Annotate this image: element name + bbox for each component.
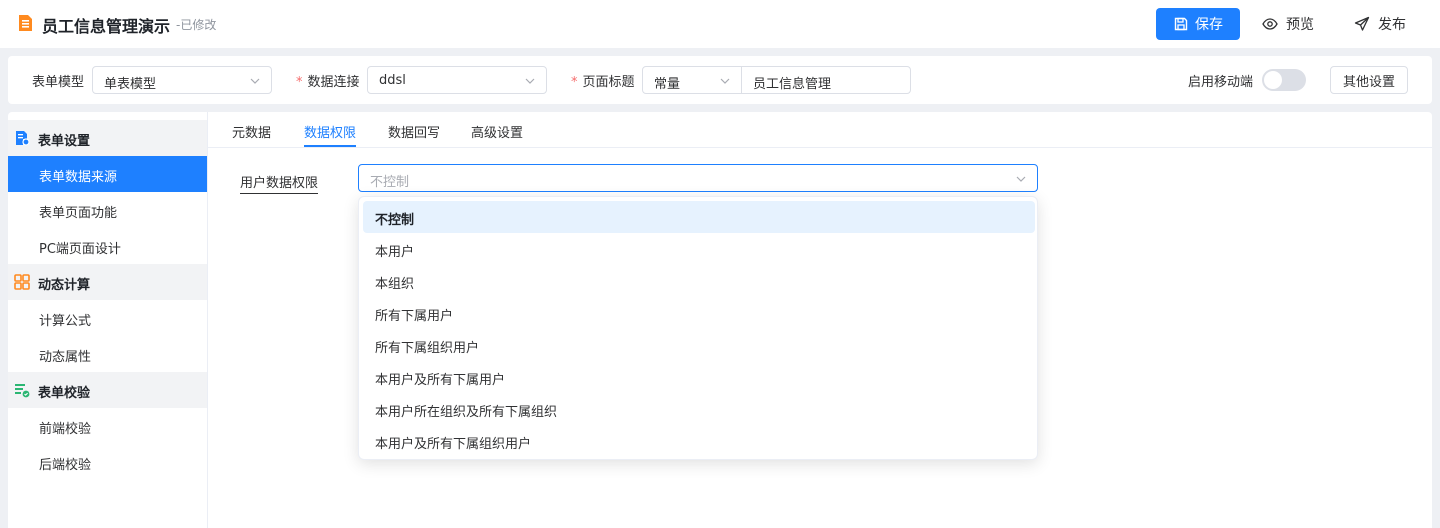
top-header: 员工信息管理演示 -已修改 保存 预览 发布 [0, 0, 1440, 48]
other-settings-button[interactable]: 其他设置 [1330, 66, 1408, 94]
dropdown-option[interactable]: 所有下属组织用户 [363, 329, 1035, 361]
save-icon [1174, 17, 1188, 31]
tab-advanced-settings[interactable]: 高级设置 [471, 122, 523, 141]
sidebar-group-label: 表单校验 [38, 386, 91, 401]
sidebar-item-calc-formula[interactable]: 计算公式 [8, 300, 207, 336]
tab-data-permission[interactable]: 数据权限 [304, 122, 356, 141]
page-title-type-value: 常量 [654, 77, 681, 92]
option-label: 不控制 [375, 213, 415, 228]
sidebar-group-label: 表单设置 [38, 134, 91, 149]
sidebar-item-dynamic-attr[interactable]: 动态属性 [8, 336, 207, 372]
dropdown-option[interactable]: 本用户 [363, 233, 1035, 265]
option-label: 本用户及所有下属用户 [375, 373, 506, 388]
required-mark: * [296, 75, 303, 90]
dropdown-option[interactable]: 所有下属用户 [363, 297, 1035, 329]
user-data-permission-label: 用户数据权限 [240, 172, 319, 194]
tab-data-writeback[interactable]: 数据回写 [388, 122, 440, 141]
dropdown-option[interactable]: 本组织 [363, 265, 1035, 297]
sidebar-item-form-data-source[interactable]: 表单数据来源 [8, 156, 207, 192]
sidebar-group-form-settings: 表单设置 [8, 120, 207, 156]
sidebar-item-label: 动态属性 [39, 350, 92, 365]
data-conn-value: ddsl [379, 73, 406, 88]
required-mark: * [571, 75, 578, 90]
preview-label: 预览 [1286, 17, 1314, 33]
app-title: 员工信息管理演示 [42, 17, 171, 36]
active-tab-indicator [304, 145, 356, 147]
save-label: 保存 [1195, 17, 1223, 33]
sidebar-item-form-page-function[interactable]: 表单页面功能 [8, 192, 207, 228]
chevron-down-icon [250, 78, 260, 84]
sidebar-item-label: 表单数据来源 [39, 170, 118, 185]
preview-button[interactable]: 预览 [1262, 8, 1314, 40]
tab-metadata[interactable]: 元数据 [232, 122, 271, 141]
option-label: 本用户 [375, 245, 415, 260]
form-model-label: 表单模型 [32, 75, 85, 90]
chevron-down-icon [720, 78, 730, 84]
page-title-value: 员工信息管理 [753, 77, 832, 92]
mobile-toggle[interactable] [1262, 69, 1306, 91]
data-conn-label: * 数据连接 [296, 75, 360, 90]
sidebar-item-backend-validate[interactable]: 后端校验 [8, 444, 207, 480]
publish-label: 发布 [1378, 17, 1406, 33]
form-model-value: 单表模型 [104, 77, 157, 92]
save-button[interactable]: 保存 [1156, 8, 1240, 40]
dropdown-option[interactable]: 本用户所在组织及所有下属组织 [363, 393, 1035, 425]
eye-icon [1262, 18, 1278, 30]
user-data-permission-select[interactable]: 不控制 [358, 164, 1038, 192]
chevron-down-icon [1016, 176, 1026, 182]
form-config-bar: 表单模型 单表模型 * 数据连接 ddsl * 页面标题 常量 员工信息管理 启用移… [8, 56, 1432, 104]
sidebar-item-label: 后端校验 [39, 458, 92, 473]
dropdown-option[interactable]: 本用户及所有下属用户 [363, 361, 1035, 393]
dropdown-option[interactable]: 本用户及所有下属组织用户 [363, 425, 1035, 457]
page-title-type-select[interactable]: 常量 [642, 66, 742, 94]
sidebar-group-label: 动态计算 [38, 278, 91, 293]
mobile-label: 启用移动端 [1188, 75, 1254, 90]
grid-calc-icon [14, 274, 30, 290]
publish-button[interactable]: 发布 [1354, 8, 1406, 40]
toggle-knob [1264, 71, 1282, 89]
form-validate-icon [15, 384, 30, 398]
sidebar-item-label: 计算公式 [39, 314, 92, 329]
sidebar-item-label: PC端页面设计 [39, 242, 121, 257]
sidebar-group-form-validate: 表单校验 [8, 372, 207, 408]
chevron-down-icon [525, 78, 535, 84]
option-label: 所有下属组织用户 [375, 341, 480, 356]
form-app-icon [19, 15, 32, 31]
modified-status: -已修改 [176, 18, 217, 32]
option-label: 本用户及所有下属组织用户 [375, 437, 532, 452]
form-settings-icon [16, 131, 30, 146]
sidebar-item-frontend-validate[interactable]: 前端校验 [8, 408, 207, 444]
settings-sidebar: 表单设置 表单数据来源 表单页面功能 PC端页面设计 动态计算 计算公式 动态属… [8, 112, 208, 528]
sidebar-item-pc-page-design[interactable]: PC端页面设计 [8, 228, 207, 264]
permission-dropdown: 不控制 本用户 本组织 所有下属用户 所有下属组织用户 本用户及所有下属用户 本… [358, 196, 1038, 460]
sidebar-item-label: 表单页面功能 [39, 206, 118, 221]
option-label: 本组织 [375, 277, 415, 292]
sidebar-group-dynamic-calc: 动态计算 [8, 264, 207, 300]
dropdown-option[interactable]: 不控制 [363, 201, 1035, 233]
send-icon [1354, 16, 1370, 31]
data-conn-select[interactable]: ddsl [367, 66, 547, 94]
option-label: 所有下属用户 [375, 309, 454, 324]
tab-bar: 元数据 数据权限 数据回写 高级设置 [208, 112, 1432, 148]
option-label: 本用户所在组织及所有下属组织 [375, 405, 558, 420]
sidebar-item-label: 前端校验 [39, 422, 92, 437]
page-title-label: * 页面标题 [571, 75, 635, 90]
page-title-input[interactable]: 员工信息管理 [741, 66, 911, 94]
select-placeholder: 不控制 [370, 175, 410, 190]
form-model-select[interactable]: 单表模型 [92, 66, 272, 94]
